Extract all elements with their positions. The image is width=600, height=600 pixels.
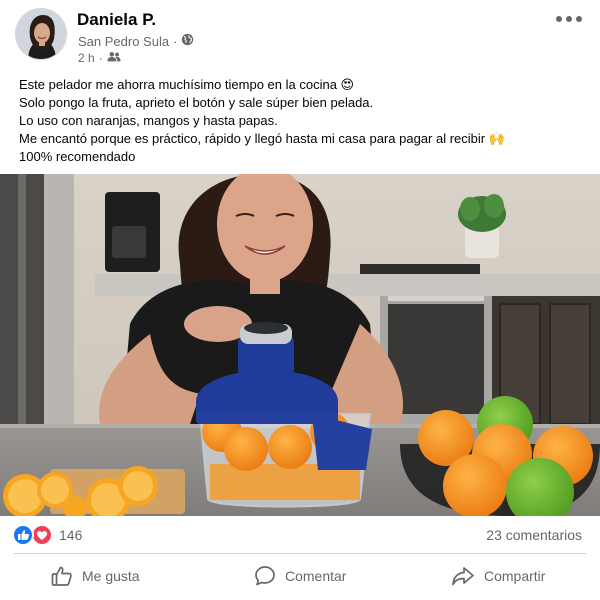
share-arrow-icon — [450, 564, 476, 588]
comment-button[interactable]: Comentar — [253, 560, 346, 592]
divider — [14, 553, 586, 554]
comment-count[interactable]: 23 comentarios — [486, 527, 582, 543]
post-text-line: 100% recomendado — [19, 149, 136, 164]
comment-button-label: Comentar — [285, 568, 347, 584]
post-body: Este pelador me ahorra muchísimo tiempo … — [19, 76, 589, 166]
post-timestamp[interactable]: 2 h — [78, 51, 95, 65]
post-photo[interactable] — [0, 174, 600, 516]
love-reaction-icon — [31, 524, 53, 546]
author-name[interactable]: Daniela P. — [77, 10, 156, 30]
like-button-label: Me gusta — [82, 568, 140, 584]
location-label[interactable]: San Pedro Sula — [78, 34, 169, 49]
post-header: Daniela P. San Pedro Sula · 2 h · — [0, 0, 600, 72]
like-reaction-icon — [12, 524, 34, 546]
post-text-line: Me encantó porque es práctico, rápido y … — [19, 131, 505, 146]
meta-separator: · — [173, 33, 178, 49]
post-text-line: Lo uso con naranjas, mangos y hasta papa… — [19, 113, 278, 128]
globe-icon — [181, 33, 194, 49]
share-button[interactable]: Compartir — [450, 560, 545, 592]
post-text-line: Solo pongo la fruta, aprieto el botón y … — [19, 95, 374, 110]
more-options-icon[interactable] — [556, 12, 582, 26]
post-text-line: Este pelador me ahorra muchísimo tiempo … — [19, 77, 355, 92]
thumbs-up-icon — [50, 564, 74, 588]
action-bar: Me gusta Comentar Compartir — [0, 556, 600, 600]
author-avatar[interactable] — [15, 8, 67, 60]
reaction-icons[interactable] — [12, 524, 54, 546]
post-meta-location: San Pedro Sula · — [78, 33, 194, 49]
meta-separator: · — [98, 51, 103, 65]
post-meta-time: 2 h · — [78, 51, 121, 65]
reaction-count[interactable]: 146 — [59, 527, 82, 543]
share-button-label: Compartir — [484, 568, 546, 584]
like-button[interactable]: Me gusta — [50, 560, 140, 592]
friends-icon — [107, 51, 121, 65]
reactions-bar: 146 23 comentarios — [0, 518, 600, 552]
speech-bubble-icon — [253, 564, 277, 588]
